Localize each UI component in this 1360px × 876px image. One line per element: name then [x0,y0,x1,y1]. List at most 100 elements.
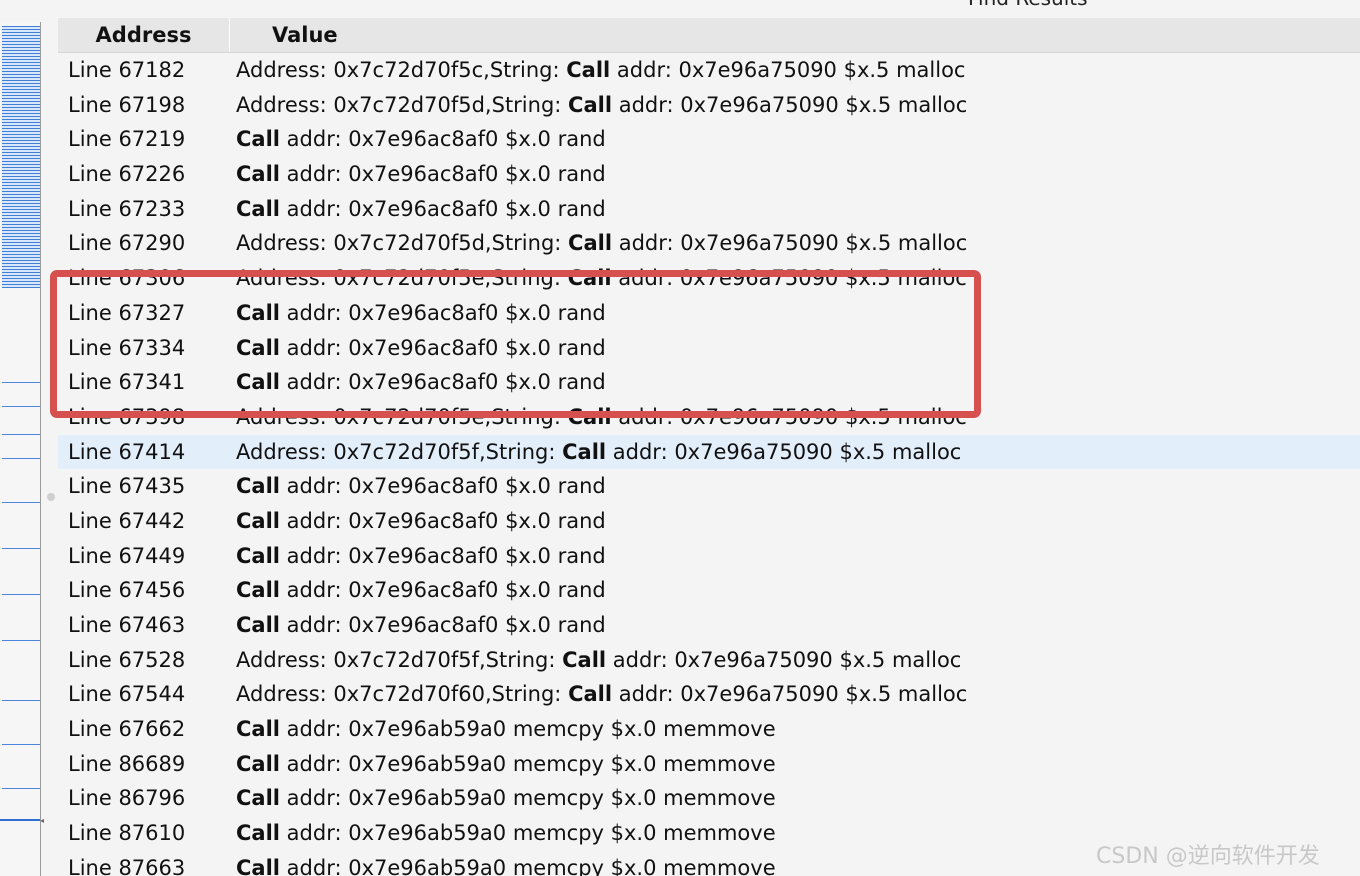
table-row[interactable]: Line 86796 Call addr: 0x7e96ab59a0 memcpy… [58,781,1360,816]
value-rest: addr: 0x7e96ac8af0 $x.0 rand [279,127,606,152]
value-prefix: Address: 0x7c72d70f5c,String: [236,58,567,82]
splitter-grip-icon[interactable]: ◂ [40,816,44,825]
value-rest: addr: 0x7e96ac8af0 $x.0 rand [279,196,606,221]
overview-ruler[interactable] [0,22,41,876]
row-line-number: Line 87610 [68,821,186,846]
overview-mark [2,502,40,503]
table-row[interactable]: Line 67442 Call addr: 0x7e96ac8af0 $x.0 r… [58,504,1360,539]
row-line-number: Line 67544 [68,682,186,707]
overview-mark [2,434,40,435]
table-header: Address Value [58,18,1360,53]
row-line-number: Line 67456 [68,578,186,603]
watermark: CSDN @逆向软件开发 [1096,844,1320,869]
value-rest: addr: 0x7e96a75090 $x.5 malloc [612,682,968,707]
annotation-highlight-box [50,270,981,418]
value-rest: addr: 0x7e96ac8af0 $x.0 rand [279,508,606,533]
row-value: Call addr: 0x7e96ab59a0 memcpy $x.0 memm… [236,781,776,816]
row-value: Address: 0x7c72d70f5d,String: Call addr:… [236,226,967,261]
table-row[interactable]: Line 67449 Call addr: 0x7e96ac8af0 $x.0 r… [58,539,1360,574]
value-keyword: Call [562,439,607,464]
row-value: Call addr: 0x7e96ac8af0 $x.0 rand [236,573,606,608]
table-row[interactable]: Line 67182 Address: 0x7c72d70f5c,String: … [58,53,1360,88]
row-line-number: Line 86689 [68,751,186,776]
column-header-address[interactable]: Address [58,18,230,52]
row-line-number: Line 86796 [68,786,186,811]
overview-current-position[interactable] [0,819,40,821]
value-rest: addr: 0x7e96ab59a0 memcpy $x.0 memmove [279,855,776,876]
row-line-number: Line 67528 [68,647,186,672]
overview-mark [2,700,40,701]
value-keyword: Call [236,855,280,876]
value-keyword: Call [236,578,280,603]
row-value: Call addr: 0x7e96ac8af0 $x.0 rand [236,192,606,227]
value-prefix: Address: 0x7c72d70f5f,String: [236,647,563,672]
row-value: Call addr: 0x7e96ac8af0 $x.0 rand [236,469,606,504]
table-body: Line 67182 Address: 0x7c72d70f5c,String: … [58,53,1360,876]
table-row[interactable]: Line 67463 Call addr: 0x7e96ac8af0 $x.0 r… [58,608,1360,643]
row-line-number: Line 67233 [68,196,186,221]
table-row[interactable]: Line 67414 Address: 0x7c72d70f5f,String: … [58,434,1360,470]
row-value: Call addr: 0x7e96ac8af0 $x.0 rand [236,539,606,574]
value-rest: addr: 0x7e96a75090 $x.5 malloc [606,439,962,464]
row-value: Address: 0x7c72d70f60,String: Call addr:… [236,677,967,712]
table-row[interactable]: Line 67456 Call addr: 0x7e96ac8af0 $x.0 r… [58,573,1360,608]
splitter-dot-icon [47,493,55,501]
value-keyword: Call [236,821,280,846]
value-rest: addr: 0x7e96ac8af0 $x.0 rand [279,543,606,568]
row-line-number: Line 67463 [68,613,186,637]
table-row[interactable]: Line 67435 Call addr: 0x7e96ac8af0 $x.0 r… [58,469,1360,504]
value-rest: addr: 0x7e96ab59a0 memcpy $x.0 memmove [279,717,776,742]
table-row[interactable]: Line 67198 Address: 0x7c72d70f5d,String: … [58,88,1360,123]
value-keyword: Call [236,474,280,499]
value-keyword: Call [236,613,280,637]
row-value: Address: 0x7c72d70f5f,String: Call addr:… [236,435,961,470]
overview-mark [2,458,40,459]
value-rest: addr: 0x7e96ab59a0 memcpy $x.0 memmove [279,786,776,811]
table-row[interactable]: Line 67233 Call addr: 0x7e96ac8af0 $x.0 r… [58,192,1360,227]
value-rest: addr: 0x7e96ac8af0 $x.0 rand [279,162,606,187]
table-row[interactable]: Line 67226 Call addr: 0x7e96ac8af0 $x.0 r… [58,157,1360,192]
row-line-number: Line 67219 [68,127,186,152]
row-line-number: Line 87663 [68,855,186,876]
table-row[interactable]: Line 67290 Address: 0x7c72d70f5d,String: … [58,226,1360,261]
value-keyword: Call [568,92,613,117]
value-prefix: Address: 0x7c72d70f5d,String: [236,231,569,256]
overview-mark [2,382,40,383]
overview-mark [2,594,40,595]
overview-dense-marks [2,26,40,288]
value-prefix: Address: 0x7c72d70f60,String: [236,682,569,707]
table-row[interactable]: Line 67528 Address: 0x7c72d70f5f,String: … [58,643,1360,678]
value-keyword: Call [568,682,613,707]
row-value: Address: 0x7c72d70f5d,String: Call addr:… [236,88,967,123]
overview-mark [2,406,40,407]
value-prefix: Address: 0x7c72d70f5d,String: [236,92,569,117]
table-row[interactable]: Line 67219 Call addr: 0x7e96ac8af0 $x.0 r… [58,122,1360,157]
row-value: Address: 0x7c72d70f5c,String: Call addr:… [236,53,965,88]
value-rest: addr: 0x7e96ac8af0 $x.0 rand [279,613,606,637]
value-keyword: Call [236,162,280,187]
table-row[interactable]: Line 67544 Address: 0x7c72d70f60,String: … [58,677,1360,712]
row-line-number: Line 67226 [68,162,186,187]
row-line-number: Line 67435 [68,474,186,499]
row-value: Call addr: 0x7e96ac8af0 $x.0 rand [236,157,606,192]
value-rest: addr: 0x7e96a75090 $x.5 malloc [612,92,968,117]
row-value: Address: 0x7c72d70f5f,String: Call addr:… [236,643,961,678]
row-line-number: Line 67662 [68,717,186,742]
row-value: Call addr: 0x7e96ac8af0 $x.0 rand [236,122,606,157]
table-row[interactable]: Line 86689 Call addr: 0x7e96ab59a0 memcpy… [58,747,1360,782]
row-value: Call addr: 0x7e96ab59a0 memcpy $x.0 memm… [236,816,776,851]
table-row[interactable]: Line 67662 Call addr: 0x7e96ab59a0 memcpy… [58,712,1360,747]
value-rest: addr: 0x7e96ab59a0 memcpy $x.0 memmove [279,821,776,846]
value-rest: addr: 0x7e96a75090 $x.5 malloc [606,647,962,672]
results-table: Address Value Line 67182 Address: 0x7c72d… [58,18,1360,876]
value-keyword: Call [236,196,280,221]
column-header-value[interactable]: Value [230,18,338,52]
overview-mark [2,640,40,641]
row-value: Call addr: 0x7e96ab59a0 memcpy $x.0 memm… [236,851,776,876]
value-keyword: Call [236,786,280,811]
value-rest: addr: 0x7e96a75090 $x.5 malloc [612,231,968,256]
value-prefix: Address: 0x7c72d70f5f,String: [236,439,563,464]
value-keyword: Call [562,647,607,672]
overview-mark [2,548,40,549]
value-keyword: Call [568,231,613,256]
